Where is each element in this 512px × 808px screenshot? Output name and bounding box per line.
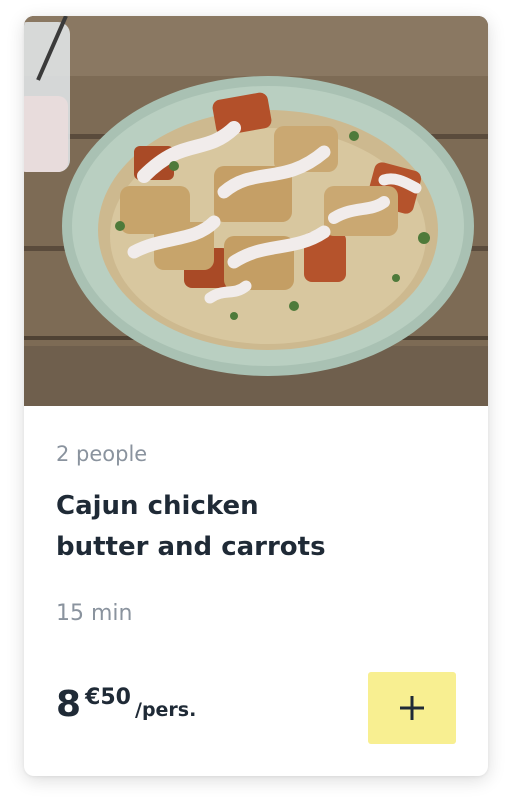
price-integer: 8 — [56, 684, 82, 725]
plus-icon — [400, 696, 424, 720]
price: 8 €50/pers. — [56, 684, 196, 725]
bowl-illustration — [24, 16, 488, 406]
duration-label: 15 min — [56, 601, 133, 626]
recipe-title-line-2: butter and carrots — [56, 532, 326, 562]
price-cents: €50 — [85, 685, 131, 710]
meal-photo — [24, 16, 488, 406]
sauce-jar — [24, 16, 70, 172]
add-to-cart-button[interactable] — [368, 672, 456, 744]
servings-label: 2 people — [56, 442, 148, 466]
recipe-title-line-1: Cajun chicken — [56, 491, 259, 521]
price-unit: /pers. — [135, 699, 197, 721]
recipe-card[interactable]: 2 people Cajun chicken butter and carrot… — [24, 16, 488, 776]
recipe-title[interactable]: Cajun chicken butter and carrots — [56, 486, 456, 568]
